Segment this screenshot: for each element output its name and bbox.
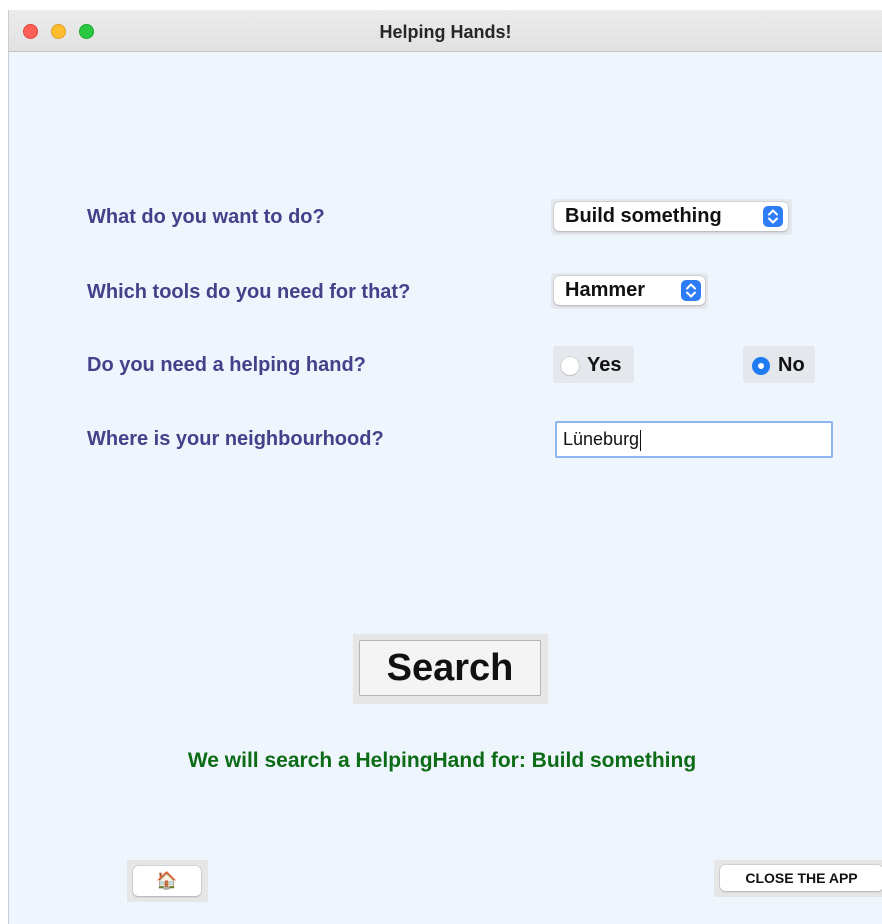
close-app-button[interactable]: CLOSE THE APP [720, 865, 882, 891]
activity-popup[interactable]: Build something [554, 202, 788, 231]
app-window: Helping Hands! What do you want to do? B… [8, 10, 882, 924]
tools-label: Which tools do you need for that? [87, 281, 411, 303]
search-button[interactable]: Search [359, 640, 541, 696]
tools-popup-value: Hammer [565, 279, 646, 301]
chevron-updown-icon [763, 206, 783, 227]
search-button-pane: Search [353, 634, 548, 704]
no-radio-label: No [778, 354, 805, 376]
neighbourhood-label: Where is your neighbourhood? [87, 428, 384, 450]
neighbourhood-input-value: Lüneburg [563, 429, 640, 449]
window-title: Helping Hands! [379, 22, 512, 42]
activity-popup-pane: Build something [551, 199, 792, 235]
neighbourhood-input[interactable]: Lüneburg [555, 421, 833, 458]
title-bar: Helping Hands! [9, 10, 882, 52]
activity-popup-value: Build something [565, 205, 722, 227]
home-button[interactable]: 🏠 [133, 866, 201, 896]
helping-hand-label: Do you need a helping hand? [87, 354, 366, 376]
yes-radio-option[interactable]: Yes [561, 354, 621, 377]
tools-popup[interactable]: Hammer [554, 276, 705, 305]
text-caret [640, 429, 642, 451]
no-radio[interactable] [752, 356, 770, 375]
no-radio-option[interactable]: No [752, 354, 805, 377]
tools-popup-pane: Hammer [551, 273, 708, 309]
house-icon: 🏠 [156, 871, 178, 890]
activity-label: What do you want to do? [87, 206, 325, 228]
no-radio-pane: No [743, 346, 815, 383]
result-text: We will search a HelpingHand for: Build … [187, 749, 697, 772]
yes-radio[interactable] [561, 356, 579, 375]
close-app-button-pane: CLOSE THE APP [714, 860, 882, 897]
yes-radio-pane: Yes [553, 346, 634, 383]
home-button-pane: 🏠 [127, 860, 208, 902]
chevron-updown-icon [681, 280, 701, 301]
yes-radio-label: Yes [587, 354, 622, 376]
